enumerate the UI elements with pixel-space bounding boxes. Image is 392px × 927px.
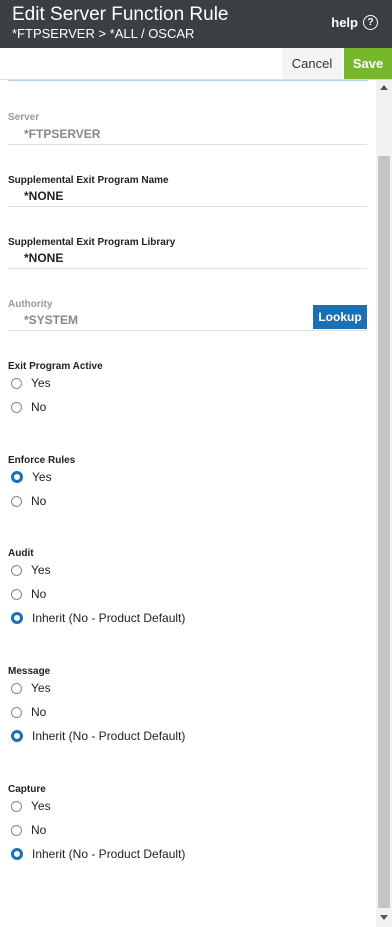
radio-button[interactable]: [11, 730, 23, 742]
divider: [8, 80, 368, 81]
cancel-button[interactable]: Cancel: [282, 48, 342, 79]
radio-button[interactable]: [11, 471, 23, 483]
capture-label: Capture: [8, 784, 46, 795]
message-option-inherit[interactable]: Inherit (No - Product Default): [11, 727, 185, 745]
radio-label: No: [31, 494, 47, 508]
radio-button[interactable]: [11, 706, 22, 718]
server-label: Server: [8, 112, 40, 123]
radio-label: No: [31, 587, 47, 601]
page-title: Edit Server Function Rule: [12, 4, 229, 25]
radio-label: No: [31, 400, 47, 414]
radio-label: Yes: [31, 376, 51, 390]
capture-option-yes[interactable]: Yes: [11, 797, 51, 815]
radio-button[interactable]: [11, 682, 22, 694]
enforce-rules-option-yes[interactable]: Yes: [11, 468, 52, 486]
exit-program-active-option-no[interactable]: No: [11, 398, 46, 416]
radio-label: No: [31, 705, 47, 719]
radio-label: No: [31, 823, 47, 837]
enforce-rules-option-no[interactable]: No: [11, 492, 46, 510]
radio-button[interactable]: [11, 824, 22, 836]
capture-option-no[interactable]: No: [11, 821, 46, 839]
message-label: Message: [8, 666, 51, 677]
scroll-up-icon[interactable]: [380, 85, 388, 90]
help-label: help: [331, 15, 358, 30]
audit-option-yes[interactable]: Yes: [11, 561, 51, 579]
authority-label: Authority: [8, 299, 53, 310]
radio-button[interactable]: [11, 588, 22, 600]
form-scroll-area: Server *FTPSERVER Supplemental Exit Prog…: [0, 80, 376, 927]
app-header: Edit Server Function Rule *FTPSERVER > *…: [0, 0, 392, 48]
capture-option-inherit[interactable]: Inherit (No - Product Default): [11, 845, 185, 863]
exit-program-name-label: Supplemental Exit Program Name: [8, 175, 169, 186]
exit-program-name-field[interactable]: *NONE: [8, 187, 367, 207]
scroll-thumb[interactable]: [378, 156, 390, 908]
radio-button[interactable]: [11, 377, 22, 389]
radio-button[interactable]: [11, 848, 23, 860]
exit-program-active-label: Exit Program Active: [8, 361, 103, 372]
lookup-button[interactable]: Lookup: [313, 305, 367, 329]
audit-label: Audit: [8, 548, 34, 559]
help-icon: ?: [363, 15, 378, 30]
exit-program-library-field[interactable]: *NONE: [8, 249, 367, 269]
radio-label: Yes: [31, 799, 51, 813]
action-toolbar: Cancel Save: [0, 48, 392, 80]
scrollbar[interactable]: [376, 80, 392, 927]
help-link[interactable]: help ?: [331, 15, 378, 30]
radio-button[interactable]: [11, 612, 23, 624]
radio-label: Inherit (No - Product Default): [32, 729, 186, 743]
exit-program-library-label: Supplemental Exit Program Library: [8, 237, 176, 248]
exit-program-active-option-yes[interactable]: Yes: [11, 374, 51, 392]
radio-label: Yes: [31, 563, 51, 577]
message-option-yes[interactable]: Yes: [11, 679, 51, 697]
scroll-down-icon[interactable]: [380, 915, 388, 920]
server-field: *FTPSERVER: [8, 125, 367, 145]
radio-label: Yes: [32, 470, 52, 484]
save-button[interactable]: Save: [344, 48, 392, 79]
radio-button[interactable]: [11, 401, 22, 413]
breadcrumb: *FTPSERVER > *ALL / OSCAR: [12, 26, 195, 41]
radio-button[interactable]: [11, 800, 22, 812]
radio-button[interactable]: [11, 564, 22, 576]
radio-label: Yes: [31, 681, 51, 695]
message-option-no[interactable]: No: [11, 703, 46, 721]
audit-option-no[interactable]: No: [11, 585, 46, 603]
radio-label: Inherit (No - Product Default): [32, 847, 186, 861]
enforce-rules-label: Enforce Rules: [8, 455, 76, 466]
radio-label: Inherit (No - Product Default): [32, 611, 186, 625]
radio-button[interactable]: [11, 495, 22, 507]
audit-option-inherit[interactable]: Inherit (No - Product Default): [11, 609, 185, 627]
